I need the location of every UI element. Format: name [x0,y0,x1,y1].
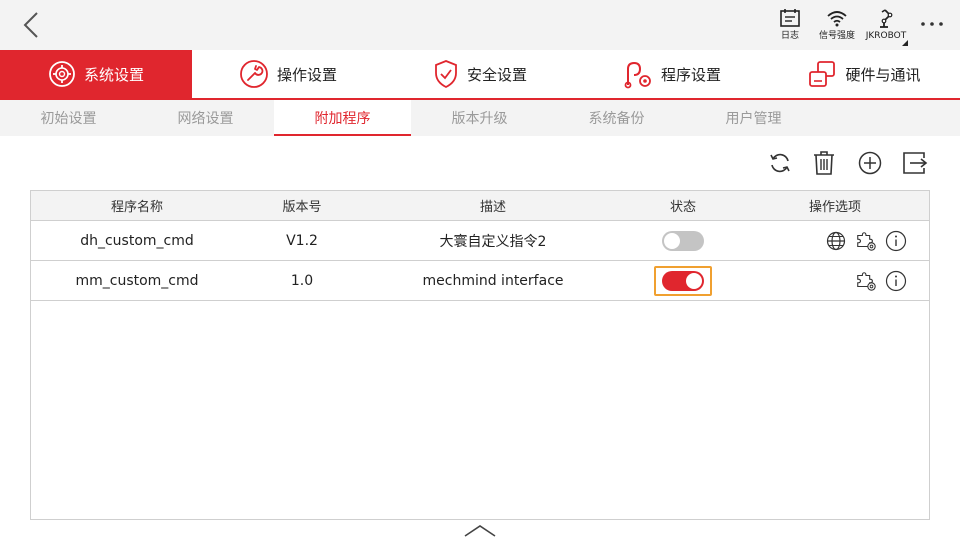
robot-label: JKROBOT [865,31,907,41]
subtab-system-backup[interactable]: 系统备份 [548,100,685,136]
info-icon [885,270,907,291]
table-header: 程序名称 版本号 描述 状态 操作选项 [31,191,929,221]
more-dots-icon [921,22,943,26]
actions-cell [741,221,929,260]
table-row[interactable]: dh_custom_cmd V1.2 大寰自定义指令2 [31,221,929,261]
log-label: 日志 [780,31,799,41]
plugin-settings-icon [857,271,876,291]
tab-system-settings[interactable]: 系统设置 [0,50,192,98]
tab-label: 系统设置 [83,65,144,84]
subtab-network-settings[interactable]: 网络设置 [137,100,274,136]
program-icon [624,61,651,89]
table-row[interactable]: mm_custom_cmd 1.0 mechmind interface [31,261,929,301]
plugin-settings-button[interactable] [855,230,877,252]
status-cell [625,221,741,260]
web-config-button[interactable] [825,230,847,252]
subtab-initial-settings[interactable]: 初始设置 [0,100,137,136]
export-button[interactable] [902,150,928,176]
toggle-knob [664,232,680,249]
signal-label: 信号强度 [818,31,855,41]
tab-label: 程序设置 [660,65,721,84]
tab-operation-settings[interactable]: 操作设置 [192,50,384,98]
main-tab-bar: 系统设置 操作设置 安全设置 程序设置 硬件与通讯 [0,50,960,100]
plus-circle-icon [858,151,882,175]
info-button[interactable] [885,270,907,292]
tab-label: 操作设置 [276,65,337,84]
wifi-icon [827,11,847,27]
globe-icon [826,231,846,250]
refresh-icon [770,153,790,173]
column-header-name: 程序名称 [110,200,163,215]
column-header-description: 描述 [479,200,506,215]
hardware-icon [809,61,836,87]
export-icon [903,152,928,174]
plugin-settings-button[interactable] [855,270,877,292]
column-header-actions: 操作选项 [808,200,861,215]
info-button[interactable] [885,230,907,252]
wrench-icon [240,60,268,88]
toggle-knob [686,272,702,289]
tab-program-settings[interactable]: 程序设置 [576,50,768,98]
calendar-log-icon [780,9,800,27]
tab-safety-settings[interactable]: 安全设置 [384,50,576,98]
tab-label: 硬件与通讯 [845,65,921,84]
actions-cell [741,261,929,300]
subtab-addon-programs[interactable]: 附加程序 [274,100,411,136]
column-header-version: 版本号 [282,200,322,215]
status-cell [625,261,741,300]
delete-button[interactable] [811,150,837,176]
info-icon [885,230,907,251]
program-description: 大寰自定义指令2 [439,233,547,250]
gear-icon [49,61,75,87]
program-description: mechmind interface [422,272,564,289]
status-toggle-wrapper [654,265,712,296]
add-button[interactable] [857,150,883,176]
expand-panel-handle[interactable] [462,520,498,540]
plugin-settings-icon [857,231,876,251]
subtab-version-upgrade[interactable]: 版本升级 [411,100,548,136]
shield-check-icon [435,60,457,89]
status-toggle[interactable] [662,270,704,291]
chevron-left-icon [23,12,38,38]
tab-hardware-communication[interactable]: 硬件与通讯 [768,50,960,98]
trash-icon [814,151,834,175]
program-name: dh_custom_cmd [80,232,194,249]
status-toggle-wrapper [654,226,712,256]
program-name: mm_custom_cmd [75,272,199,289]
column-header-status: 状态 [669,200,696,215]
chevron-up-icon [464,525,496,537]
addon-programs-table: 程序名称 版本号 描述 状态 操作选项 dh_custom_cmd V1.2 大… [30,190,930,520]
top-bar: 日志 信号强度 JKROBOT [0,0,960,50]
subtab-user-management[interactable]: 用户管理 [685,100,822,136]
status-toggle[interactable] [662,230,704,251]
program-version: V1.2 [286,232,318,249]
dropdown-corner-icon [902,40,908,46]
program-version: 1.0 [290,272,314,289]
back-button[interactable] [14,8,48,42]
tab-label: 安全设置 [466,65,527,84]
refresh-button[interactable] [767,150,793,176]
robot-arm-icon [880,9,893,28]
more-options-button[interactable] [914,12,950,36]
sub-tab-bar: 初始设置 网络设置 附加程序 版本升级 系统备份 用户管理 [0,100,960,136]
